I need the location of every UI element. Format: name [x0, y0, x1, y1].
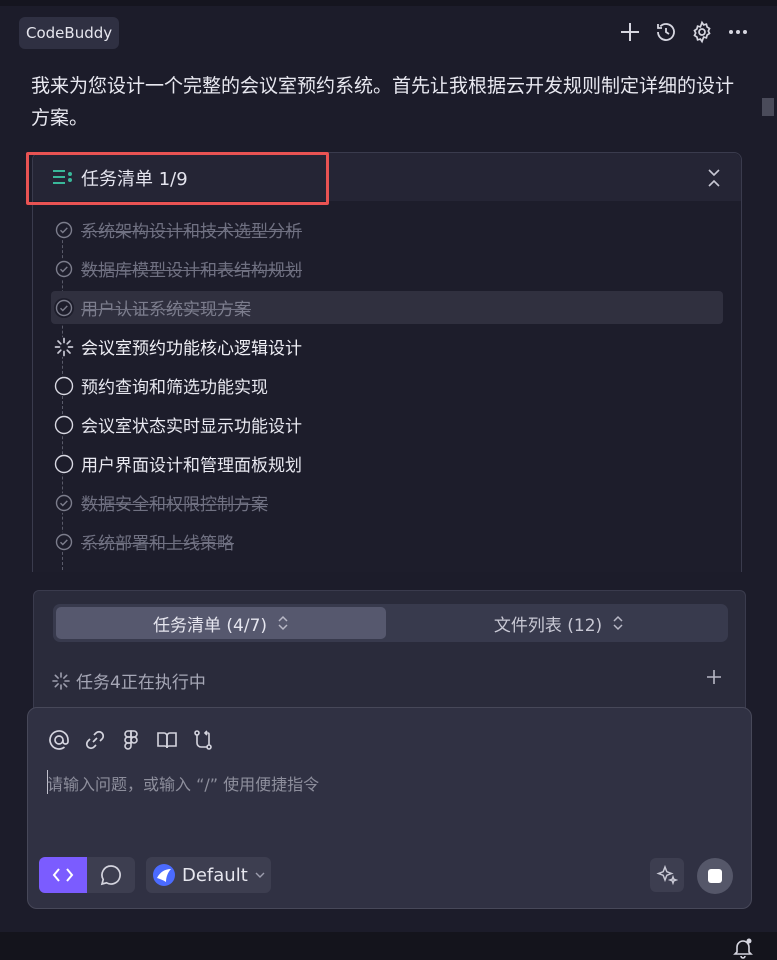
task-list-card: 任务清单 1/9 系统架构设计和技术选型分析 数据库模型设计和表结构规划 用户认证系… [32, 152, 742, 572]
gear-icon[interactable] [689, 19, 715, 45]
sparkle-icon [656, 864, 678, 886]
task-item-label: 预约查询和筛选功能实现 [81, 378, 268, 398]
chevron-down-icon [255, 872, 265, 878]
panel-tabs: 任务清单 (4/7) 文件列表 (12) [53, 604, 728, 642]
task-item[interactable]: 数据库模型设计和表结构规划 [51, 252, 723, 285]
plus-icon[interactable] [617, 19, 643, 45]
task-item[interactable]: 数据安全和权限控制方案 [51, 486, 723, 519]
task-item[interactable]: 会议室状态实时显示功能设计 [51, 408, 723, 441]
spinner-icon [52, 671, 70, 690]
scrollbar-thumb[interactable] [762, 98, 774, 116]
tab-label: 文件列表 (12) [493, 615, 603, 636]
task-item[interactable]: 会议室预约功能核心逻辑设计 [51, 330, 723, 363]
header: CodeBuddy [0, 6, 777, 62]
sort-icon [613, 615, 623, 631]
check-circle-icon [54, 297, 74, 318]
notification-bell-icon[interactable] [733, 937, 753, 959]
sort-icon [278, 615, 288, 631]
link-icon[interactable] [82, 727, 108, 753]
task-item[interactable]: 预约查询和筛选功能实现 [51, 369, 723, 402]
task-item-label: 用户界面设计和管理面板规划 [81, 456, 302, 476]
running-status: 任务4正在执行中 [52, 668, 206, 693]
highlight-box [26, 152, 329, 205]
enhance-prompt-button[interactable] [650, 858, 684, 892]
model-name: Default [182, 864, 248, 886]
composer: 请输入问题，或输入 “/” 使用便捷指令 Default [27, 707, 752, 909]
assistant-message: 我来为您设计一个完整的会议室预约系统。首先让我根据云开发规则制定详细的设计方案。 [31, 75, 735, 129]
scrollbar[interactable] [761, 92, 775, 562]
tab-task-list[interactable]: 任务清单 (4/7) [56, 607, 386, 639]
git-branch-icon[interactable] [190, 727, 216, 753]
tab-file-list[interactable]: 文件列表 (12) [393, 607, 725, 639]
empty-circle-icon [54, 453, 74, 474]
task-item-label: 会议室状态实时显示功能设计 [81, 417, 302, 437]
model-logo-icon [153, 864, 175, 886]
mode-switch [39, 857, 135, 893]
collapse-icon[interactable] [703, 167, 725, 189]
chat-scroll-area[interactable]: 我来为您设计一个完整的会议室预约系统。首先让我根据云开发规则制定详细的设计方案。… [0, 62, 777, 572]
task-item-label: 系统架构设计和技术选型分析 [81, 222, 302, 242]
figma-icon[interactable] [118, 727, 144, 753]
check-circle-icon [54, 258, 74, 279]
message-input[interactable]: 请输入问题，或输入 “/” 使用便捷指令 [47, 771, 319, 795]
check-circle-icon [54, 531, 74, 552]
app-title: CodeBuddy [19, 17, 120, 49]
history-icon[interactable] [653, 19, 679, 45]
book-icon[interactable] [154, 727, 180, 753]
task-item-label: 数据库模型设计和表结构规划 [81, 261, 302, 281]
model-selector[interactable]: Default [146, 857, 271, 893]
add-icon[interactable] [704, 667, 724, 687]
check-circle-icon [54, 219, 74, 240]
status-bar [0, 932, 777, 960]
tab-label: 任务清单 (4/7) [152, 615, 268, 636]
code-icon [52, 868, 74, 882]
task-item-label: 用户认证系统实现方案 [81, 300, 251, 320]
check-circle-icon [54, 492, 74, 513]
running-status-text: 任务4正在执行中 [76, 673, 206, 693]
task-item[interactable]: 用户认证系统实现方案 [51, 291, 723, 324]
spinner-icon [54, 336, 74, 357]
at-icon[interactable] [46, 727, 72, 753]
stop-button[interactable] [697, 858, 733, 894]
task-item[interactable]: 系统架构设计和技术选型分析 [51, 213, 723, 246]
empty-circle-icon [54, 414, 74, 435]
stop-icon [708, 869, 722, 883]
task-item-label: 系统部署和上线策略 [81, 534, 234, 554]
task-item-label: 数据安全和权限控制方案 [81, 495, 268, 515]
task-item[interactable]: 用户界面设计和管理面板规划 [51, 447, 723, 480]
chat-bubble-icon [100, 865, 121, 886]
task-panel: 任务清单 (4/7) 文件列表 (12) 任务4正在执行中 [33, 590, 746, 720]
composer-toolbar [46, 727, 216, 753]
task-item[interactable]: 系统部署和上线策略 [51, 525, 723, 558]
task-item-label: 会议室预约功能核心逻辑设计 [81, 339, 302, 359]
code-mode-button[interactable] [39, 857, 87, 893]
more-icon[interactable] [725, 19, 751, 45]
empty-circle-icon [54, 375, 74, 396]
chat-mode-button[interactable] [87, 857, 135, 893]
